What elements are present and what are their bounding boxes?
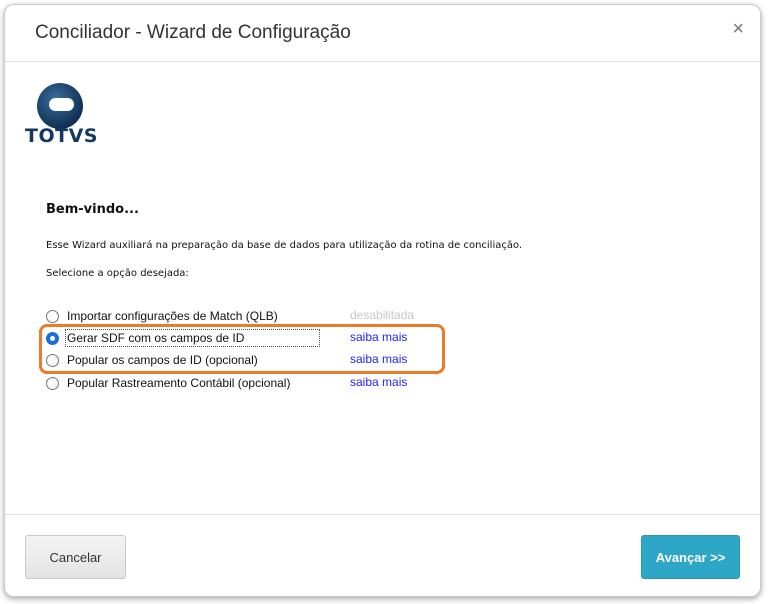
learn-more-link-populate-id[interactable]: saiba mais	[350, 352, 407, 366]
radio-populate-tracking[interactable]	[46, 376, 59, 390]
option-label: Importar configurações de Match (QLB)	[67, 309, 278, 323]
wizard-dialog: Conciliador - Wizard de Configuração × T…	[4, 4, 761, 597]
radio-import-match[interactable]	[46, 309, 59, 323]
wizard-description: Esse Wizard auxiliará na preparação da b…	[46, 240, 523, 251]
option-import-match[interactable]: Importar configurações de Match (QLB)	[46, 307, 278, 325]
option-populate-tracking[interactable]: Popular Rastreamento Contábil (opcional)	[46, 374, 290, 392]
disabled-status-text: desabilitada	[350, 308, 415, 322]
screenshot-frame: Conciliador - Wizard de Configuração × T…	[0, 0, 768, 604]
learn-more-link-sdf[interactable]: saiba mais	[350, 330, 407, 344]
option-label: Popular Rastreamento Contábil (opcional)	[67, 376, 291, 390]
welcome-heading: Bem-vindo...	[46, 202, 139, 217]
cancel-button[interactable]: Cancelar	[25, 535, 126, 579]
dialog-title: Conciliador - Wizard de Configuração	[35, 22, 351, 43]
option-label: Popular os campos de ID (opcional)	[67, 353, 258, 367]
radio-populate-id[interactable]	[46, 353, 59, 367]
option-populate-id[interactable]: Popular os campos de ID (opcional)	[46, 351, 258, 369]
radio-generate-sdf[interactable]	[46, 331, 59, 345]
option-generate-sdf[interactable]: Gerar SDF com os campos de ID	[46, 329, 321, 347]
totvs-logo-text: TOTVS	[25, 125, 98, 147]
option-label: Gerar SDF com os campos de ID	[64, 329, 321, 347]
learn-more-link-tracking[interactable]: saiba mais	[350, 375, 407, 389]
option-prompt: Selecione a opção desejada:	[46, 268, 189, 279]
next-button[interactable]: Avançar >>	[641, 535, 740, 579]
dialog-body: TOTVS Bem-vindo... Esse Wizard auxiliará…	[5, 62, 760, 514]
close-icon[interactable]: ×	[732, 19, 744, 39]
dialog-header: Conciliador - Wizard de Configuração ×	[5, 5, 760, 62]
dialog-footer: Cancelar Avançar >>	[5, 514, 760, 596]
